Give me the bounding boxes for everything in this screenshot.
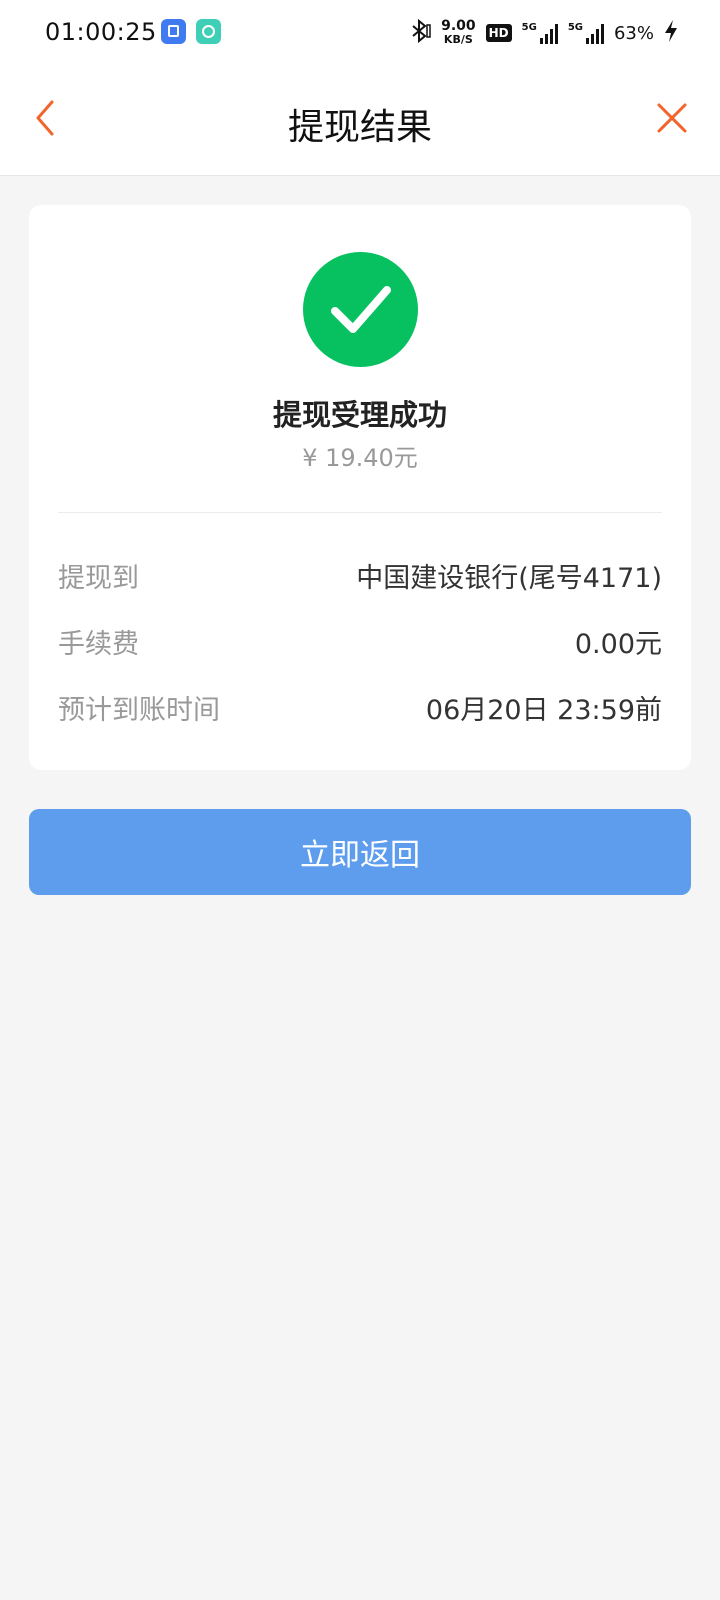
detail-row-destination: 提现到 中国建设银行(尾号4171): [58, 555, 662, 595]
success-check-icon: [303, 252, 418, 367]
detail-value: 06月20日 23:59前: [425, 694, 662, 726]
hd-voice-badge: HD: [485, 24, 512, 42]
battery-percent: 63%: [613, 22, 654, 44]
detail-label: 手续费: [58, 628, 139, 660]
app-notification-icon-secondary: [196, 19, 221, 44]
network-speed: 9.00 KB/S: [441, 18, 476, 46]
app-notification-icon: [161, 19, 186, 44]
signal-strength-icon: 5G: [522, 22, 558, 44]
network-speed-value: 9.00: [441, 18, 476, 34]
status-time: 01:00:25: [45, 18, 157, 46]
detail-value: 中国建设银行(尾号4171): [356, 562, 662, 594]
result-status-text: 提现受理成功: [272, 398, 447, 432]
close-button[interactable]: [652, 98, 692, 138]
page-title: 提现结果: [287, 107, 432, 148]
divider: [58, 512, 662, 513]
signal-network-label: 5G: [521, 22, 537, 33]
network-speed-unit: KB/S: [443, 33, 473, 46]
result-card: 提现受理成功 ¥ 19.40元 提现到 中国建设银行(尾号4171) 手续费 0…: [29, 205, 691, 770]
detail-row-fee: 手续费 0.00元: [58, 621, 662, 661]
charging-icon: [664, 19, 678, 48]
detail-value: 0.00元: [574, 628, 662, 660]
detail-label: 预计到账时间: [58, 694, 220, 726]
return-now-button[interactable]: 立即返回: [29, 809, 691, 895]
bluetooth-icon: [409, 18, 431, 48]
close-icon: [657, 103, 687, 133]
status-indicators: 9.00 KB/S HD 5G 5G 63%: [409, 18, 678, 48]
result-amount: ¥ 19.40元: [302, 444, 418, 472]
detail-row-arrival-time: 预计到账时间 06月20日 23:59前: [58, 687, 662, 727]
page-header: 提现结果: [0, 64, 720, 176]
signal-strength-icon-secondary: 5G: [568, 22, 604, 44]
signal-network-label-secondary: 5G: [567, 22, 583, 33]
detail-label: 提现到: [58, 562, 139, 594]
status-bar: 01:00:25 9.00 KB/S HD 5G 5G 63%: [0, 0, 720, 64]
